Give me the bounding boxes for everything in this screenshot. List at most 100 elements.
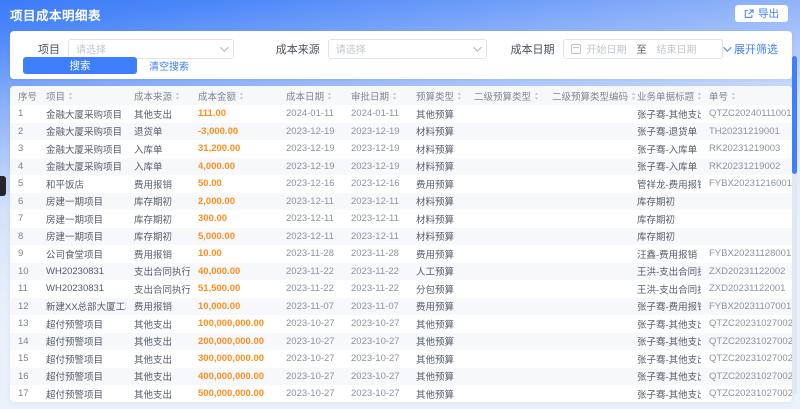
column-header-doc_title[interactable]: 业务单据标题: [629, 86, 701, 105]
sort-icon[interactable]: [68, 92, 73, 101]
column-header-project[interactable]: 项目: [38, 86, 126, 105]
cell-amount: 10.00: [198, 248, 222, 260]
start-date-placeholder: 开始日期: [586, 45, 627, 56]
scrollbar-thumb[interactable]: [792, 56, 797, 174]
cell-budget_type2_code: [544, 263, 629, 281]
cell-index: 13: [18, 318, 29, 330]
cost-detail-table-card: 序号项目 成本来源 成本金额 成本日期 审批日期 预算类型 二级预算类型 二级预算类型编码业务…: [10, 86, 792, 402]
table-row[interactable]: 14 超付预警项目 其他支出 200,000,000.00 2023-10-27 2023…: [10, 332, 792, 350]
cell-budget_type: 其他预算: [416, 319, 455, 331]
column-header-source[interactable]: 成本来源: [126, 86, 190, 105]
table-row[interactable]: 16 超付预警项目 其他支出 400,000,000.00 2023-10-27 2023…: [10, 367, 792, 385]
table-row[interactable]: 8 房建一期项目 库存期初 5,000.00 2023-12-11 2023-12-11 材…: [10, 227, 792, 245]
cell-project: 房建一期项目: [46, 214, 104, 226]
cell-source: 其他支出: [134, 337, 173, 349]
clear-search-link[interactable]: 清空搜索: [149, 58, 189, 73]
cell-doc_no: QTZC20231027002: [709, 335, 792, 347]
cell-budget_type2: [466, 140, 544, 158]
cell-project: 和平饭店: [46, 179, 85, 191]
cell-doc_title: 库存期初: [637, 232, 676, 244]
column-header-doc_no[interactable]: 单号: [701, 86, 792, 105]
table-row[interactable]: 6 房建一期项目 库存期初 2,000.00 2023-12-11 2023-12-11 材…: [10, 192, 792, 210]
cell-budget_type: 材料预算: [416, 144, 455, 156]
table-row[interactable]: 11 WH20230831 支出合同执行 51,500.00 2023-11-22 202…: [10, 280, 792, 298]
cell-cost_date: 2023-12-19: [286, 143, 335, 155]
cell-doc_title: 张子骞-其他支出: [637, 109, 701, 121]
cell-doc_title: 王洪-支出合同执行: [637, 267, 701, 279]
sort-icon[interactable]: [239, 92, 244, 101]
column-header-budget_type[interactable]: 预算类型: [408, 86, 466, 105]
table-row[interactable]: 1 金融大厦采购项目 其他支出 111.00 2024-01-11 2024-01-11 其…: [10, 105, 792, 123]
date-range-separator: 至: [636, 45, 647, 56]
column-header-budget_type2_code[interactable]: 二级预算类型编码: [544, 86, 629, 105]
cell-budget_type2_code: [544, 350, 629, 368]
sort-icon[interactable]: [731, 92, 736, 101]
cell-budget_type2_code: [544, 105, 629, 123]
table-row[interactable]: 9 公司食堂项目 费用报销 10.00 2023-11-28 2023-11-28 费用预算…: [10, 245, 792, 263]
cell-cost_date: 2023-11-22: [286, 265, 334, 277]
cell-budget_type2_code: [544, 140, 629, 158]
table-row[interactable]: 17 超付预警项目 其他支出 500,000,000.00 2023-10-27 2023…: [10, 385, 792, 402]
cell-audit_date: 2023-11-28: [351, 248, 399, 260]
sort-icon[interactable]: [534, 92, 539, 101]
sort-icon[interactable]: [631, 92, 636, 101]
chevron-down-icon: [723, 42, 732, 52]
cell-doc_title: 库存期初: [637, 214, 676, 226]
cell-source: 其他支出: [134, 354, 173, 366]
table-row[interactable]: 5 和平饭店 费用报销 50.00 2023-12-16 2023-12-16 费用预算 管祥…: [10, 175, 792, 193]
table-row[interactable]: 7 房建一期项目 库存期初 300.00 2023-12-11 2023-12-11 材料预…: [10, 210, 792, 228]
cell-project: 超付预警项目: [46, 319, 104, 331]
export-button[interactable]: 导出: [735, 5, 788, 22]
scrollbar-track[interactable]: [792, 56, 797, 394]
cell-budget_type2: [466, 175, 544, 193]
cell-cost_date: 2023-11-22: [286, 283, 334, 295]
column-label: 成本金额: [198, 91, 237, 103]
filter-panel: 项目 请选择 成本来源 请选择 成本日期 开始日期 至 结束日期 展开筛选 搜索…: [10, 31, 792, 79]
sort-icon[interactable]: [697, 92, 702, 101]
sort-icon[interactable]: [175, 92, 180, 101]
table-row[interactable]: 2 金融大厦采购项目 退货单 -3,000.00 2023-12-19 2023-12-1…: [10, 122, 792, 141]
column-header-cost_date[interactable]: 成本日期: [278, 86, 343, 105]
cell-budget_type2: [466, 315, 544, 333]
table-row[interactable]: 3 金融大厦采购项目 入库单 31,200.00 2023-12-19 2023-12-1…: [10, 140, 792, 158]
drawer-handle[interactable]: [0, 176, 6, 196]
column-header-amount[interactable]: 成本金额: [190, 86, 278, 105]
cell-doc_no: FYBX20231128001: [709, 248, 792, 260]
cell-doc_title: 张子骞-其他支出: [637, 389, 701, 401]
cell-audit_date: 2023-12-19: [351, 143, 400, 155]
expand-filters-link[interactable]: 展开筛选: [723, 41, 778, 57]
table-row[interactable]: 4 金融大厦采购项目 入库单 4,000.00 2023-12-19 2023-12-19…: [10, 157, 792, 175]
cell-amount: 400,000,000.00: [198, 370, 265, 382]
table-header-row: 序号项目 成本来源 成本金额 成本日期 审批日期 预算类型 二级预算类型 二级预算类型编码业务…: [10, 86, 792, 105]
column-header-budget_type2[interactable]: 二级预算类型: [466, 86, 544, 105]
cell-budget_type: 其他预算: [416, 337, 455, 349]
sort-icon[interactable]: [457, 92, 462, 101]
chevron-down-icon: [472, 42, 482, 52]
table-row[interactable]: 12 新建XX总部大厦工程二期费用报销 10,000.00 2023-11-07 202…: [10, 297, 792, 315]
cell-doc_title: 张子骞-退货单: [637, 127, 698, 139]
cell-budget_type: 材料预算: [416, 214, 455, 226]
table-row[interactable]: 15 超付预警项目 其他支出 300,000,000.00 2023-10-27 2023…: [10, 350, 792, 368]
cell-budget_type2: [466, 385, 544, 402]
end-date-placeholder: 结束日期: [656, 45, 697, 56]
sort-icon[interactable]: [392, 92, 397, 101]
column-label: 业务单据标题: [637, 91, 695, 103]
cell-doc_title: 张子骞-费用报销: [637, 302, 701, 314]
search-button[interactable]: 搜索: [23, 57, 137, 74]
cell-audit_date: 2023-12-16: [351, 178, 400, 190]
cell-cost_date: 2023-12-19: [286, 125, 335, 137]
cell-project: 金融大厦采购项目: [46, 144, 123, 156]
sort-icon[interactable]: [327, 92, 332, 101]
cost-date-range-picker[interactable]: 开始日期 至 结束日期: [562, 38, 723, 59]
cost-source-select[interactable]: 请选择: [327, 38, 487, 59]
column-label: 成本日期: [286, 91, 325, 103]
table-row[interactable]: 13 超付预警项目 其他支出 100,000,000.00 2023-10-27 2023…: [10, 315, 792, 333]
cell-budget_type2_code: [544, 123, 629, 141]
cell-budget_type: 材料预算: [416, 232, 455, 244]
project-select[interactable]: 请选择: [68, 38, 234, 59]
cell-doc_no: QTZC20231027002: [709, 318, 792, 330]
export-icon: [744, 9, 754, 18]
column-header-audit_date[interactable]: 审批日期: [343, 86, 408, 105]
cell-amount: 300,000,000.00: [198, 353, 265, 365]
table-row[interactable]: 10 WH20230831 支出合同执行 40,000.00 2023-11-22 202…: [10, 262, 792, 281]
